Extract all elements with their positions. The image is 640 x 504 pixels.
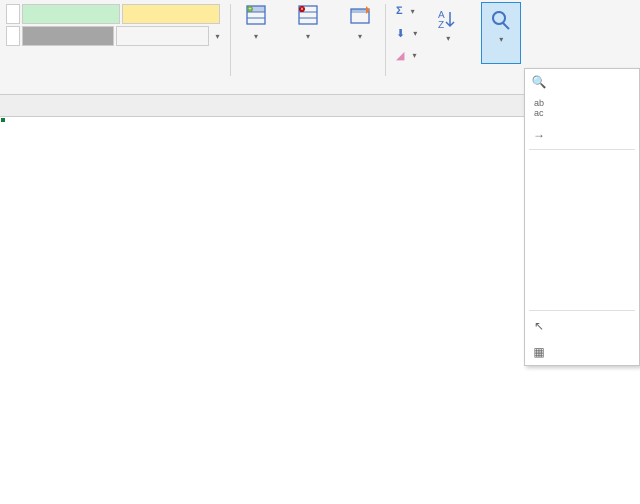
chevron-down-icon: ▾: [306, 32, 310, 41]
svg-text:×: ×: [300, 7, 304, 13]
clear-button[interactable]: ◢ ▾: [396, 46, 417, 64]
find-select-button[interactable]: ▾: [481, 2, 521, 64]
insert-icon: +: [243, 2, 269, 28]
replace-icon: abac: [531, 100, 547, 116]
pane-icon: ▦: [531, 344, 547, 360]
arrow-right-icon: →: [531, 126, 547, 142]
sort-filter-icon: AZ: [433, 4, 463, 34]
search-icon: [486, 5, 516, 35]
style-item-check[interactable]: [22, 26, 114, 46]
styles-expand-button[interactable]: ▾: [211, 26, 224, 46]
sort-filter-button[interactable]: AZ ▾: [429, 2, 467, 64]
eraser-icon: ◢: [396, 49, 404, 62]
search-icon: 🔍: [531, 74, 547, 90]
selection-handle[interactable]: [0, 117, 6, 123]
style-item-blank2[interactable]: [6, 26, 20, 46]
style-item-explanatory[interactable]: [116, 26, 208, 46]
fill-button[interactable]: ⬇ ▾: [396, 24, 417, 42]
delete-button[interactable]: × ▾: [291, 2, 325, 41]
menu-formulas[interactable]: [525, 178, 639, 204]
chevron-down-icon: ▾: [411, 7, 415, 16]
insert-button[interactable]: + ▾: [239, 2, 273, 41]
chevron-down-icon: ▾: [446, 34, 450, 43]
chevron-down-icon: ▾: [412, 51, 416, 60]
menu-comments[interactable]: [525, 204, 639, 230]
menu-replace[interactable]: abac: [525, 95, 639, 121]
svg-text:Z: Z: [438, 20, 444, 31]
svg-text:+: +: [248, 7, 252, 13]
format-icon: [347, 2, 373, 28]
menu-selection-pane[interactable]: ▦: [525, 339, 639, 365]
style-item-neutral[interactable]: [122, 4, 220, 24]
menu-goto[interactable]: →: [525, 121, 639, 147]
chevron-down-icon: ▾: [358, 32, 362, 41]
style-item-blank[interactable]: [6, 4, 20, 24]
chevron-down-icon: ▾: [413, 29, 417, 38]
edit-group: Σ ▾ ⬇ ▾ ◢ ▾ AZ: [386, 0, 531, 94]
fill-icon: ⬇: [396, 27, 405, 40]
delete-icon: ×: [295, 2, 321, 28]
menu-cond-fmt[interactable]: [525, 230, 639, 256]
format-button[interactable]: ▾: [343, 2, 377, 41]
menu-data-validation[interactable]: [525, 282, 639, 308]
styles-panel: ▾: [0, 0, 230, 94]
style-item-good[interactable]: [22, 4, 120, 24]
menu-constants[interactable]: [525, 256, 639, 282]
menu-separator: [529, 149, 635, 150]
chevron-down-icon: ▾: [254, 32, 258, 41]
cursor-icon: ↖: [531, 318, 547, 334]
chevron-down-icon: ▾: [499, 35, 503, 44]
menu-separator: [529, 310, 635, 311]
menu-select-objects[interactable]: ↖: [525, 313, 639, 339]
sigma-icon: Σ: [396, 5, 403, 17]
autosum-button[interactable]: Σ ▾: [396, 2, 417, 20]
find-select-menu: 🔍 abac → ↖ ▦: [524, 68, 640, 366]
menu-goto-special[interactable]: [525, 152, 639, 178]
menu-find[interactable]: 🔍: [525, 69, 639, 95]
cells-group: + ▾ × ▾ ▾: [231, 0, 385, 94]
